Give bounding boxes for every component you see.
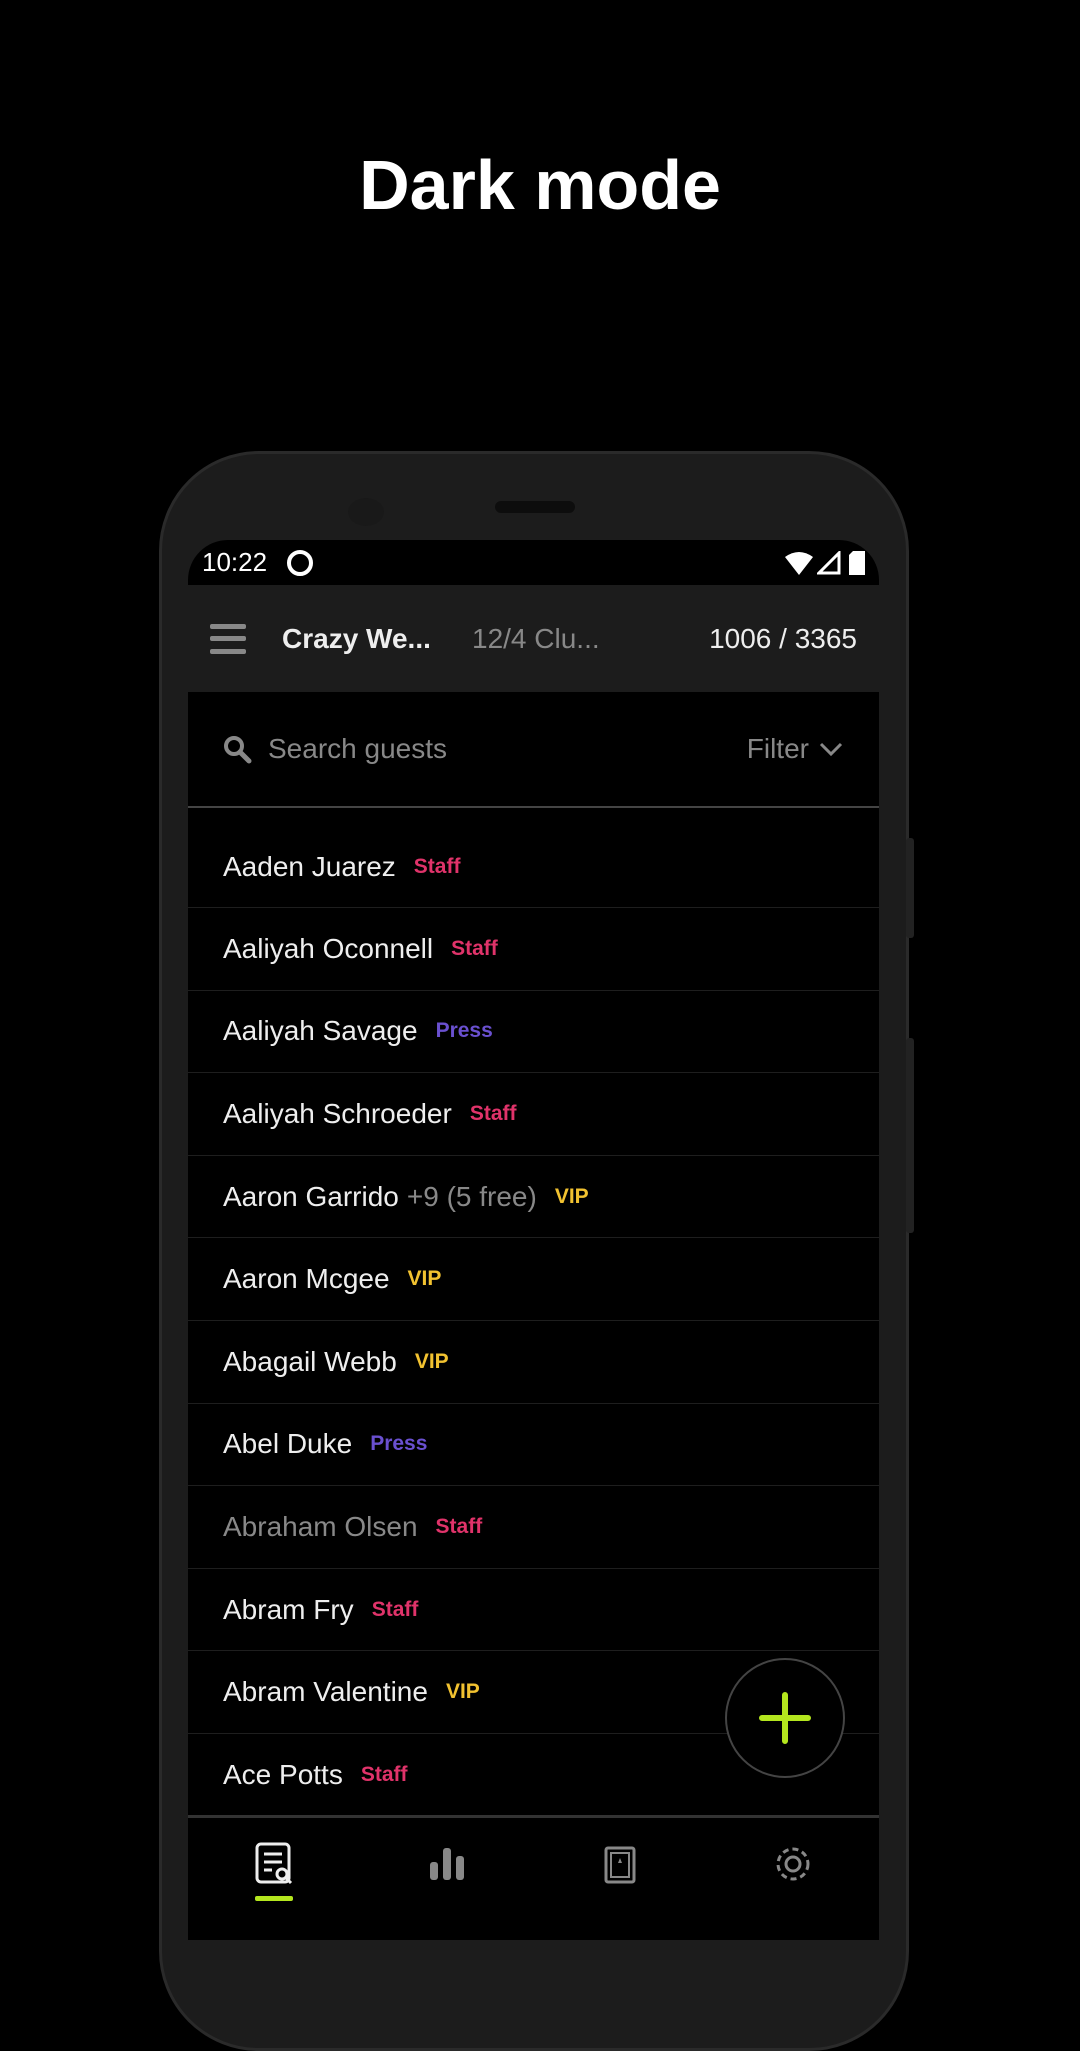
status-bar: 10:22 xyxy=(188,540,879,585)
guest-name: Aaliyah Savage xyxy=(223,1015,418,1047)
guest-row[interactable]: Abagail Webb VIP xyxy=(188,1321,879,1404)
guest-row[interactable]: Aaliyah Schroeder Staff xyxy=(188,1073,879,1156)
wifi-icon xyxy=(785,551,813,575)
event-title[interactable]: Crazy We... xyxy=(282,623,472,655)
active-indicator xyxy=(255,1896,294,1901)
search-icon xyxy=(224,736,252,764)
guest-name: Aaliyah Schroeder xyxy=(223,1097,452,1129)
filter-label: Filter xyxy=(746,733,809,764)
plus-icon xyxy=(759,1692,811,1744)
guest-row[interactable]: Aaron Garrido +9 (5 free) VIP xyxy=(188,1156,879,1239)
chevron-down-icon xyxy=(819,742,843,757)
guest-tag: Press xyxy=(370,1432,428,1456)
guest-tag: Staff xyxy=(435,1514,483,1538)
guest-tag: VIP xyxy=(414,1349,449,1373)
nav-stats[interactable] xyxy=(361,1818,534,1940)
guest-row[interactable]: Abraham Olsen Staff xyxy=(188,1486,879,1569)
status-time: 10:22 xyxy=(202,547,268,577)
guest-name: Abram Fry xyxy=(223,1593,354,1625)
guest-list-icon xyxy=(255,1842,293,1885)
nav-settings[interactable] xyxy=(706,1818,879,1940)
search-input[interactable]: Search guests xyxy=(268,733,747,765)
ticket-icon xyxy=(604,1846,636,1884)
guest-name: Aaron Garrido xyxy=(223,1180,399,1212)
guest-name: Abagail Webb xyxy=(223,1345,397,1377)
camera xyxy=(348,498,384,526)
guest-tag: VIP xyxy=(407,1267,442,1291)
settings-icon xyxy=(776,1847,810,1881)
checkin-count: 1006 / 3365 xyxy=(709,622,857,654)
guest-tag: Staff xyxy=(469,1101,517,1125)
menu-icon[interactable] xyxy=(210,623,246,654)
sync-icon xyxy=(287,549,314,576)
guest-row[interactable]: Aaliyah Oconnell Staff xyxy=(188,908,879,991)
guest-name: Abraham Olsen xyxy=(223,1510,418,1542)
filter-button[interactable]: Filter xyxy=(747,733,843,765)
guest-row[interactable]: Aaron Mcgee VIP xyxy=(188,1238,879,1321)
guest-row[interactable]: Aaliyah Savage Press xyxy=(188,991,879,1074)
headline: Dark mode xyxy=(359,146,721,224)
nav-tickets[interactable] xyxy=(534,1818,707,1940)
signal-icon xyxy=(817,550,841,574)
guest-name: Abram Valentine xyxy=(223,1676,428,1708)
battery-icon xyxy=(849,550,865,575)
guest-tag: Press xyxy=(435,1019,493,1043)
guest-tag: Staff xyxy=(371,1597,419,1621)
guest-name: Aaron Mcgee xyxy=(223,1263,390,1295)
guest-row[interactable]: Abel Duke Press xyxy=(188,1404,879,1487)
stats-icon xyxy=(430,1848,465,1880)
speaker xyxy=(495,501,575,513)
add-guest-button[interactable] xyxy=(725,1658,845,1778)
event-subtitle: 12/4 Clu... xyxy=(472,622,600,654)
guest-name: Abel Duke xyxy=(223,1428,353,1460)
guest-tag: Staff xyxy=(413,854,461,878)
guest-tag: VIP xyxy=(554,1184,589,1208)
guest-row[interactable]: Aaden Juarez Staff xyxy=(188,808,879,908)
guest-name: Ace Potts xyxy=(223,1758,343,1790)
guest-tag: Staff xyxy=(451,936,498,960)
search-bar[interactable]: Search guests Filter xyxy=(188,692,879,808)
bottom-nav xyxy=(188,1815,879,1940)
guest-tag: Staff xyxy=(360,1762,408,1786)
app-bar: Crazy We... 12/4 Clu... 1006 / 3365 xyxy=(188,585,879,692)
guest-row[interactable]: Abram Fry Staff xyxy=(188,1569,879,1652)
volume-button xyxy=(906,1038,914,1233)
guest-plus-ones: +9 (5 free) xyxy=(406,1180,537,1212)
power-button xyxy=(906,838,914,938)
guest-tag: VIP xyxy=(445,1680,480,1704)
nav-guest-list[interactable] xyxy=(188,1818,361,1940)
guest-name: Aaliyah Oconnell xyxy=(223,932,434,964)
guest-name: Aaden Juarez xyxy=(223,850,396,882)
